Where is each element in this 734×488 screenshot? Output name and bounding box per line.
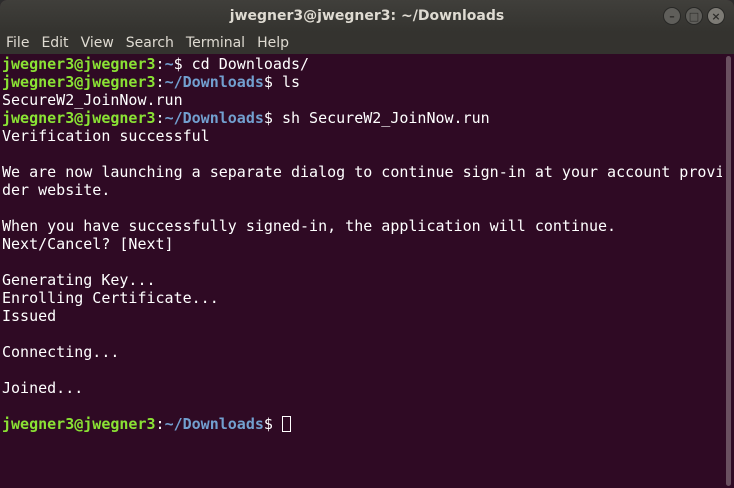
menu-help[interactable]: Help — [251, 32, 295, 54]
output-line: Generating Key... — [2, 271, 156, 289]
prompt-path: ~/Downloads — [164, 109, 264, 127]
prompt-user: jwegner3@jwegner3 — [2, 415, 156, 433]
scrollbar-thumb[interactable] — [726, 56, 731, 486]
output-line: Verification successful — [2, 127, 210, 145]
terminal-output[interactable]: jwegner3@jwegner3:~$ cd Downloads/jwegne… — [0, 54, 725, 488]
command-text: cd Downloads/ — [191, 55, 310, 73]
prompt-line: jwegner3@jwegner3:~/Downloads$ sh Secure… — [2, 109, 722, 127]
output-line: We are now launching a separate dialog t… — [2, 163, 725, 181]
prompt-dollar: $ — [173, 55, 192, 73]
menu-edit[interactable]: Edit — [35, 32, 74, 54]
menu-terminal[interactable]: Terminal — [180, 32, 251, 54]
window-controls: – □ × — [663, 7, 725, 25]
prompt-separator: : — [155, 109, 165, 127]
output-line: Enrolling Certificate... — [2, 289, 219, 307]
prompt-line: jwegner3@jwegner3:~$ cd Downloads/ — [2, 55, 722, 73]
output-line: When you have successfully signed-in, th… — [2, 217, 617, 235]
prompt-path: ~/Downloads — [164, 415, 264, 433]
prompt-line: jwegner3@jwegner3:~/Downloads$ ls — [2, 73, 722, 91]
menu-file[interactable]: File — [0, 32, 35, 54]
prompt-user: jwegner3@jwegner3 — [2, 109, 156, 127]
prompt-dollar: $ — [263, 109, 282, 127]
prompt-dollar: $ — [263, 415, 282, 433]
output-line: Connecting... — [2, 343, 120, 361]
command-text: ls — [281, 73, 301, 91]
prompt-user: jwegner3@jwegner3 — [2, 55, 156, 73]
menu-bar: File Edit View Search Terminal Help — [0, 32, 734, 54]
prompt-separator: : — [155, 415, 165, 433]
maximize-button[interactable]: □ — [685, 7, 703, 25]
prompt-user: jwegner3@jwegner3 — [2, 73, 156, 91]
prompt-separator: : — [155, 55, 165, 73]
prompt-path: ~/Downloads — [164, 73, 264, 91]
scrollbar[interactable] — [722, 54, 734, 488]
title-bar[interactable]: jwegner3@jwegner3: ~/Downloads – □ × — [0, 0, 734, 32]
output-line: SecureW2_JoinNow.run — [2, 91, 183, 109]
prompt-line: jwegner3@jwegner3:~/Downloads$ — [2, 415, 722, 433]
menu-view[interactable]: View — [75, 32, 120, 54]
prompt-dollar: $ — [263, 73, 282, 91]
output-line: Joined... — [2, 379, 84, 397]
terminal-window: jwegner3@jwegner3: ~/Downloads – □ × Fil… — [0, 0, 734, 488]
menu-search[interactable]: Search — [120, 32, 180, 54]
text-cursor — [281, 416, 291, 432]
minimize-button[interactable]: – — [663, 7, 681, 25]
prompt-separator: : — [155, 73, 165, 91]
command-text: sh SecureW2_JoinNow.run — [281, 109, 490, 127]
close-button[interactable]: × — [707, 7, 725, 25]
output-line: Next/Cancel? [Next] — [2, 235, 174, 253]
output-line: der website. — [2, 181, 111, 199]
window-title: jwegner3@jwegner3: ~/Downloads — [229, 8, 505, 24]
output-line: Issued — [2, 307, 57, 325]
prompt-path: ~ — [164, 55, 174, 73]
